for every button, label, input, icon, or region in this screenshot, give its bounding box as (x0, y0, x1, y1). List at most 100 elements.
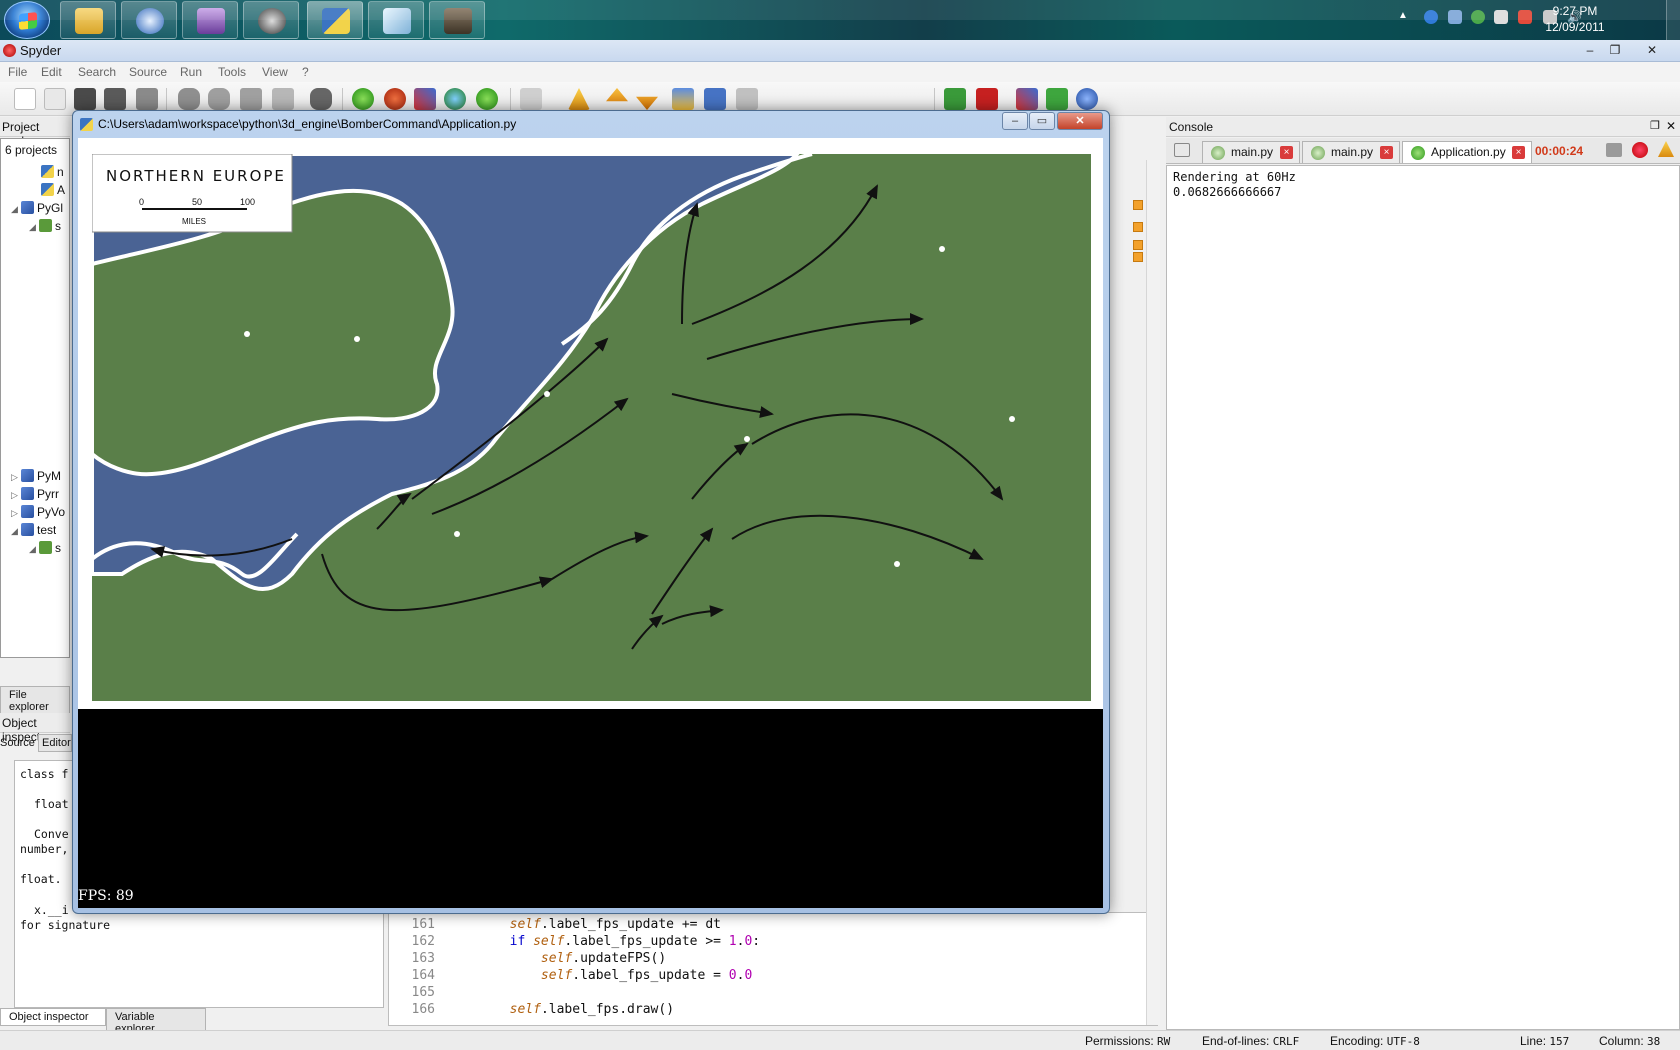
tree-item[interactable]: ◢ test (11, 523, 56, 539)
code-line[interactable]: 164 self.label_fps_update = 0.0 (389, 968, 753, 986)
clock-time: 9:27 PM (1552, 4, 1598, 18)
environment-warning-icon[interactable] (1658, 141, 1674, 157)
taskbar-gimp-button[interactable] (429, 1, 485, 39)
tree-item[interactable]: ▷ Pyrr (11, 487, 59, 503)
close-tab-icon[interactable]: × (1512, 146, 1525, 159)
tree-item[interactable]: ▷ PyVo (11, 505, 65, 521)
taskbar-pidgin-button[interactable] (182, 1, 238, 39)
kill-process-icon[interactable] (1632, 142, 1648, 158)
menu-search[interactable]: Search (78, 65, 116, 79)
next-cursor-icon[interactable] (736, 88, 758, 110)
binoculars-icon[interactable] (310, 88, 332, 110)
stop-icon[interactable] (976, 88, 998, 110)
tools-icon[interactable] (1016, 88, 1038, 110)
tab-console-application[interactable]: Application.py × (1402, 141, 1532, 163)
menu-view[interactable]: View (262, 65, 288, 79)
tab-console-main-1[interactable]: main.py × (1202, 141, 1300, 163)
tab-console-main-2[interactable]: main.py × (1302, 141, 1400, 163)
replace-icon[interactable] (240, 88, 262, 110)
print-icon[interactable] (136, 88, 158, 110)
open-file-icon[interactable] (44, 88, 66, 110)
taskbar-browser-button[interactable] (121, 1, 177, 39)
code-line[interactable]: 165 (389, 985, 447, 1003)
warning-toggle-icon[interactable] (568, 88, 590, 110)
console-options-icon[interactable] (1606, 143, 1622, 157)
run-icon[interactable] (352, 88, 374, 110)
find-next-icon[interactable] (208, 88, 230, 110)
goto-line-icon[interactable] (272, 88, 294, 110)
warning-marker[interactable] (1133, 222, 1143, 232)
tray-expand-icon[interactable]: ▲ (1398, 10, 1412, 24)
tree-item[interactable]: ▷ PyM (11, 469, 61, 485)
console-output[interactable]: Rendering at 60Hz 0.0682666666667 (1166, 165, 1680, 1030)
debug-icon[interactable] (384, 88, 406, 110)
tab-object-inspector[interactable]: Object inspector (0, 1008, 106, 1026)
new-file-icon[interactable] (14, 88, 36, 110)
add-path-icon[interactable] (1046, 88, 1068, 110)
tray-flag-icon[interactable] (1494, 10, 1508, 24)
close-pane-icon[interactable]: ✕ (1666, 119, 1676, 133)
line-number: 163 (411, 951, 435, 966)
warning-marker[interactable] (1133, 240, 1143, 250)
start-button[interactable] (4, 1, 50, 39)
menu-run[interactable]: Run (180, 65, 202, 79)
previous-cursor-icon[interactable] (704, 88, 726, 110)
save-all-icon[interactable] (104, 88, 126, 110)
tab-browse-icon[interactable] (1174, 143, 1190, 157)
taskbar-explorer-button[interactable] (60, 1, 116, 39)
code-line[interactable]: 166 self.label_fps.draw() (389, 1002, 675, 1020)
tree-item[interactable]: ◢ s (29, 219, 61, 235)
code-line[interactable]: 162 if self.label_fps_update >= 1.0: (389, 934, 761, 952)
menu-tools[interactable]: Tools (218, 65, 246, 79)
spyder-restore-button[interactable]: ❐ (1603, 42, 1627, 58)
app-close-button[interactable]: ✕ (1057, 112, 1103, 130)
city-dot (544, 391, 550, 397)
tray-alert-icon[interactable] (1518, 10, 1532, 24)
tree-item[interactable]: n (41, 165, 64, 181)
warning-marker[interactable] (1133, 252, 1143, 262)
tree-item[interactable]: A (41, 183, 65, 199)
tray-network-icon[interactable] (1424, 10, 1438, 24)
app-maximize-button[interactable]: ▭ (1029, 112, 1055, 130)
show-desktop-button[interactable] (1666, 0, 1680, 40)
tab-file-explorer[interactable]: File explorer (0, 686, 70, 716)
configure-run-icon[interactable] (414, 88, 436, 110)
close-tab-icon[interactable]: × (1380, 146, 1393, 159)
code-line[interactable]: 161 self.label_fps_update += dt (389, 917, 721, 935)
tray-status-icon[interactable] (1471, 10, 1485, 24)
next-warning-icon[interactable] (636, 96, 658, 110)
tree-item[interactable]: ◢ s (29, 541, 61, 557)
tray-app-icon[interactable] (1448, 10, 1462, 24)
code-text: self.updateFPS() (540, 951, 667, 966)
code-editor[interactable]: 161 self.label_fps_update += dt 162 if se… (388, 912, 1158, 1026)
code-line[interactable]: 163 self.updateFPS() (389, 951, 667, 969)
spyder-close-button[interactable]: ✕ (1640, 42, 1664, 58)
editor-scrollbar[interactable] (1146, 160, 1160, 1025)
taskbar-clock[interactable]: 9:27 PM 12/09/2011 (1540, 3, 1610, 35)
editor-source-combo[interactable]: Editor (38, 734, 72, 752)
console-running-icon (1311, 146, 1325, 160)
menu-file[interactable]: File (8, 65, 27, 79)
undock-icon[interactable]: ❐ (1650, 119, 1660, 132)
taskbar-steam-button[interactable] (243, 1, 299, 39)
tree-item[interactable]: ◢ PyGl (11, 201, 63, 217)
last-edit-location-icon[interactable] (672, 88, 694, 110)
warning-marker[interactable] (1133, 200, 1143, 210)
spyder-minimize-button[interactable]: – (1578, 42, 1602, 58)
previous-warning-icon[interactable] (606, 88, 628, 102)
taskbar-notepad-button[interactable] (368, 1, 424, 39)
python-path-icon[interactable] (1076, 88, 1098, 110)
save-icon[interactable] (74, 88, 96, 110)
close-tab-icon[interactable]: × (1280, 146, 1293, 159)
menu-edit[interactable]: Edit (41, 65, 62, 79)
maximize-pane-icon[interactable] (944, 88, 966, 110)
menu-source[interactable]: Source (129, 65, 167, 79)
run-again-icon[interactable] (476, 88, 498, 110)
app-minimize-button[interactable]: – (1002, 112, 1028, 130)
run-selection-icon[interactable] (444, 88, 466, 110)
taskbar-python-button[interactable] (307, 1, 363, 39)
find-icon[interactable] (178, 88, 200, 110)
menu-help[interactable]: ? (302, 65, 309, 79)
comment-icon[interactable] (520, 88, 542, 110)
city-dot (894, 561, 900, 567)
